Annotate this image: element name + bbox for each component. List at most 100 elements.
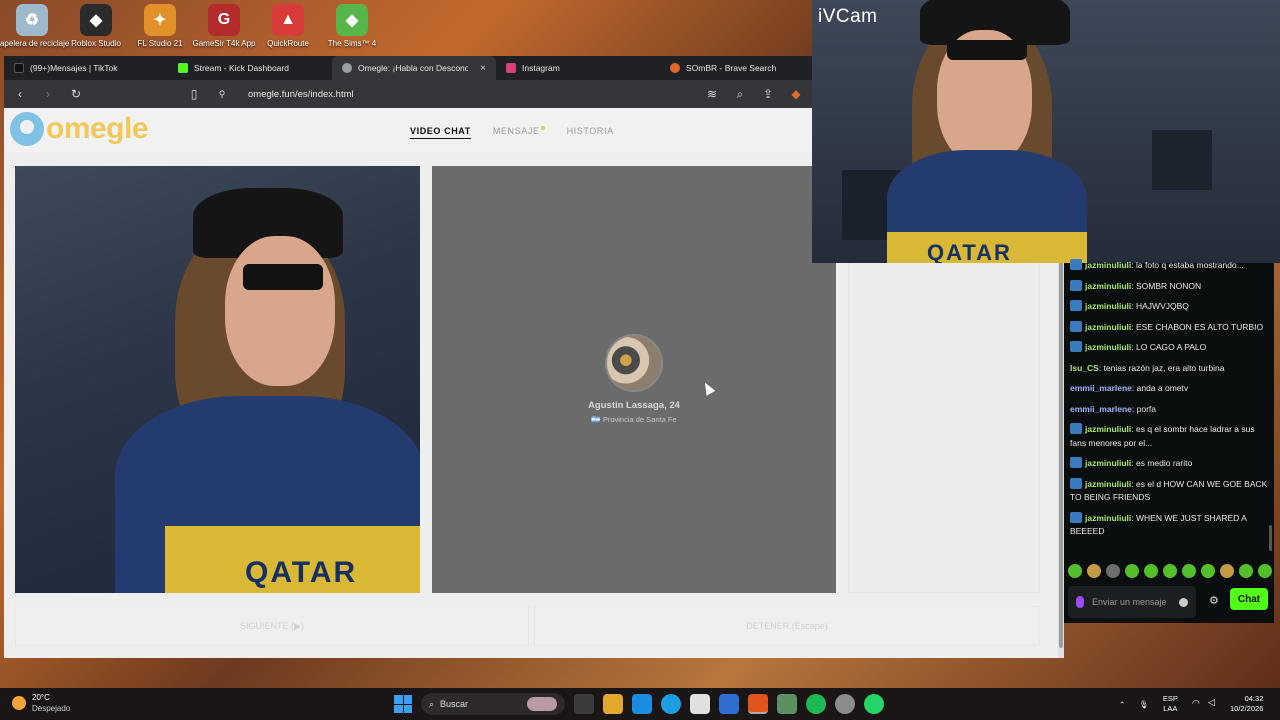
nav-message[interactable]: MENSAJE xyxy=(493,126,545,139)
store-icon[interactable] xyxy=(690,694,710,714)
stop-button[interactable]: DETENER (Escape) xyxy=(534,606,1040,646)
chat-username[interactable]: jazminuliuli xyxy=(1085,424,1131,434)
chat-message: jazminuliuli: la foto q estaba mostrando… xyxy=(1070,259,1268,273)
webcam-title: iVCam xyxy=(818,6,878,27)
kick-icon xyxy=(178,63,188,73)
tab-tiktok[interactable]: (99+)Mensajes | TikTok xyxy=(4,56,168,80)
chat-username[interactable]: jazminuliuli xyxy=(1085,342,1131,352)
omegle-logo[interactable]: omegle xyxy=(10,112,149,146)
emote-icon[interactable] xyxy=(1201,564,1215,578)
chat-username[interactable]: jazminuliuli xyxy=(1085,458,1131,468)
whatsapp-icon[interactable] xyxy=(864,694,884,714)
search-icon: ⌕ xyxy=(429,698,435,709)
language-indicator[interactable]: ESP LAA xyxy=(1163,694,1178,714)
nav-video-chat[interactable]: VIDEO CHAT xyxy=(410,126,471,139)
bookmark-icon[interactable]: ▯ xyxy=(186,87,202,101)
tab-label: Instagram xyxy=(522,63,560,73)
webcam-overlay: QATAR iVCam xyxy=(812,0,1280,263)
gear-icon[interactable]: ⚙ xyxy=(1209,594,1219,607)
task-view-icon[interactable] xyxy=(574,694,594,714)
nav-bar: ‹ › ↻ ▯ ⚲ omegle.fun/es/index.html ≋ ⌕ ⇪… xyxy=(4,80,812,108)
stranger-avatar[interactable] xyxy=(605,334,663,392)
gamesir-icon: G xyxy=(208,4,240,36)
tab-brave-search[interactable]: SOmBR - Brave Search xyxy=(660,56,808,80)
emote-icon[interactable] xyxy=(1239,564,1253,578)
file-explorer-icon[interactable] xyxy=(632,694,652,714)
back-icon[interactable]: ‹ xyxy=(12,87,28,101)
chat-username[interactable]: Isu_CS xyxy=(1070,363,1099,373)
spotify-icon[interactable] xyxy=(806,694,826,714)
chat-username[interactable]: emmii_marlene xyxy=(1070,404,1132,414)
emote-icon[interactable] xyxy=(1125,564,1139,578)
reload-icon[interactable]: ↻ xyxy=(68,87,84,101)
obs-icon[interactable] xyxy=(835,694,855,714)
emote-icon[interactable] xyxy=(1182,564,1196,578)
site-info-icon[interactable]: ⚲ xyxy=(214,89,230,100)
desktop-icon-quickroute[interactable]: ▲ QuickRoute xyxy=(256,0,320,56)
taskbar: 20°C Despejado ⌕ Buscar ⌃ 🎙 ESP LAA ◠ ◁ … xyxy=(0,688,1280,720)
volume-icon[interactable]: ◁ xyxy=(1208,697,1215,708)
mail-icon[interactable] xyxy=(719,694,739,714)
chat-username[interactable]: emmii_marlene xyxy=(1070,383,1132,393)
microphone-icon[interactable] xyxy=(1076,596,1084,608)
verified-badge-icon xyxy=(1070,457,1082,468)
desktop-icon-sims-4[interactable]: ◆ The Sims™ 4 xyxy=(320,0,384,56)
reader-mode-icon[interactable]: ≋ xyxy=(704,87,720,102)
share-icon[interactable]: ⇪ xyxy=(760,87,776,102)
widgets-icon[interactable] xyxy=(603,694,623,714)
lang-top: ESP xyxy=(1162,694,1178,703)
clock-time: 04:32 xyxy=(1244,694,1264,703)
chat-username[interactable]: jazminuliuli xyxy=(1085,260,1131,270)
weather-widget[interactable]: 20°C Despejado xyxy=(12,692,70,714)
windows-start-icon[interactable] xyxy=(394,695,412,713)
chat-username[interactable]: jazminuliuli xyxy=(1085,322,1131,332)
sunglasses xyxy=(243,264,323,290)
taskbar-search[interactable]: ⌕ Buscar xyxy=(421,693,565,715)
brave-icon[interactable] xyxy=(748,694,768,714)
sims-4-icon: ◆ xyxy=(336,4,368,36)
desktop-icon-fl-studio[interactable]: ✦ FL Studio 21 xyxy=(128,0,192,56)
desktop-icon-roblox-studio[interactable]: ◆ Roblox Studio xyxy=(64,0,128,56)
zoom-icon[interactable]: ⌕ xyxy=(732,87,748,102)
desktop-icon-label: QuickRoute xyxy=(267,39,309,48)
chat-username[interactable]: jazminuliuli xyxy=(1085,479,1131,489)
edge-icon[interactable] xyxy=(661,694,681,714)
app-icon[interactable] xyxy=(777,694,797,714)
chat-username[interactable]: jazminuliuli xyxy=(1085,513,1131,523)
emote-icon[interactable] xyxy=(1163,564,1177,578)
next-button[interactable]: SIGUIENTE (▶) xyxy=(15,606,529,646)
chat-input[interactable]: Enviar un mensaje xyxy=(1068,586,1196,618)
chat-scrollbar[interactable] xyxy=(1269,263,1273,553)
emote-icon[interactable] xyxy=(1220,564,1234,578)
chat-message: jazminuliuli: WHEN WE JUST SHARED A BEEE… xyxy=(1070,511,1268,539)
site-header: omegle VIDEO CHAT MENSAJE HISTORIA xyxy=(4,108,812,152)
chevron-up-icon[interactable]: ⌃ xyxy=(1119,700,1125,709)
chat-username[interactable]: jazminuliuli xyxy=(1085,301,1131,311)
address-bar[interactable]: omegle.fun/es/index.html xyxy=(248,89,354,100)
microphone-tray-icon[interactable]: 🎙 xyxy=(1139,700,1149,709)
close-tab-icon[interactable]: × xyxy=(480,63,486,74)
desktop-icon-gamesir[interactable]: G GameSir T4k App xyxy=(192,0,256,56)
emote-icon[interactable] xyxy=(1068,564,1082,578)
clock[interactable]: 04:32 10/2/2026 xyxy=(1230,694,1263,714)
emote-icon[interactable] xyxy=(1087,564,1101,578)
forward-icon[interactable]: › xyxy=(40,87,56,101)
emote-icon[interactable] xyxy=(1258,564,1272,578)
emote-bar xyxy=(1068,564,1272,578)
emote-icon[interactable] xyxy=(1144,564,1158,578)
desktop-icon-recycle-bin[interactable]: ♻ Papelera de reciclaje xyxy=(0,0,69,56)
tab-instagram[interactable]: Instagram xyxy=(496,56,660,80)
wifi-icon[interactable]: ◠ xyxy=(1192,698,1200,709)
emoji-icon[interactable] xyxy=(1179,597,1188,607)
tab-kick-dashboard[interactable]: Stream - Kick Dashboard xyxy=(168,56,332,80)
brave-shield-icon[interactable]: ◆ xyxy=(788,87,804,102)
nav-message-label: MENSAJE xyxy=(492,126,540,136)
emote-icon[interactable] xyxy=(1106,564,1120,578)
nav-history[interactable]: HISTORIA xyxy=(567,126,614,139)
chat-scrollbar-thumb[interactable] xyxy=(1269,525,1272,551)
tab-omegle[interactable]: Omegle: ¡Habla con Descono... × xyxy=(332,56,496,80)
chat-username[interactable]: jazminuliuli xyxy=(1085,281,1131,291)
chat-send-button[interactable]: Chat xyxy=(1230,588,1268,610)
chat-text: : LO CAGO A PALO xyxy=(1131,342,1207,352)
chat-messages: jazminuliuli: la foto q estaba mostrando… xyxy=(1064,259,1274,539)
